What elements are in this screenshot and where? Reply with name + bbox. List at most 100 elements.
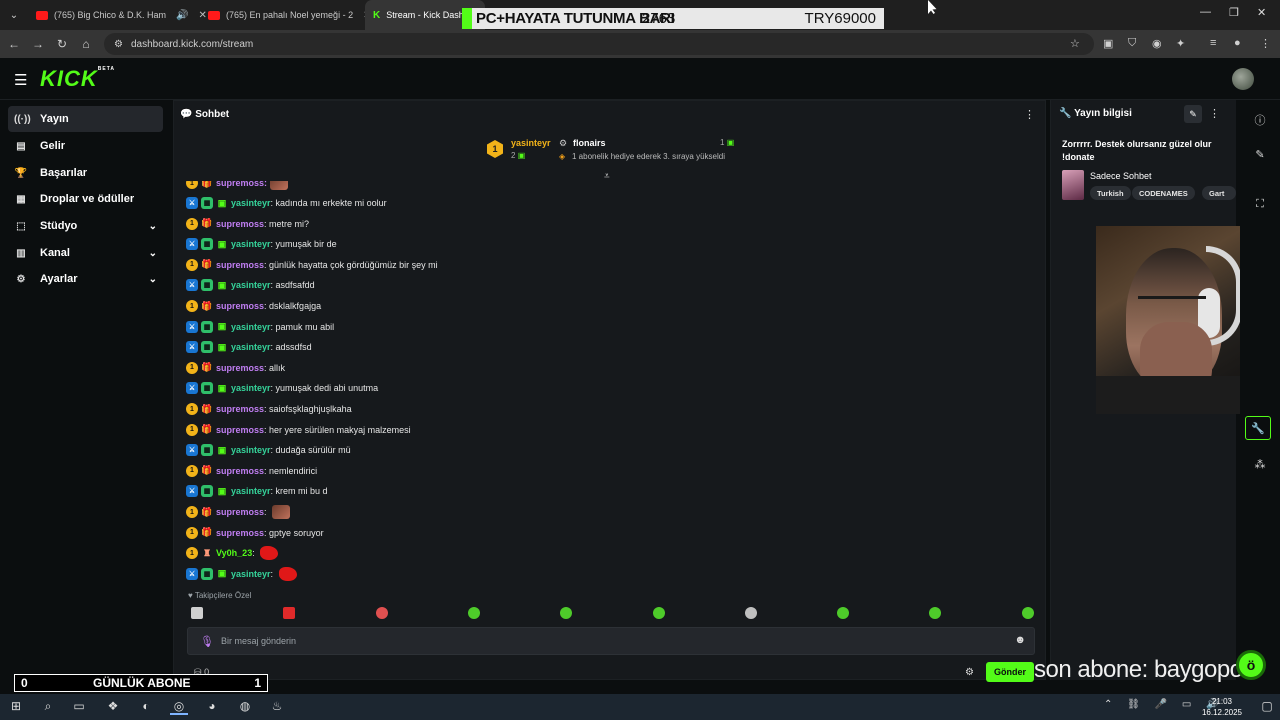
chat-message-input[interactable]: 🎙 Bir mesaj gönderin ☻ [187, 627, 1035, 655]
bookmark-star-icon[interactable]: ☆ [1070, 37, 1080, 50]
site-info-icon[interactable]: ⚙ [114, 39, 123, 50]
info-icon[interactable]: ⓘ [1252, 112, 1268, 128]
browser-tab-1[interactable]: (765) Big Chico & D.K. Ham 🔊 ✕ [28, 0, 207, 30]
emoji-picker-icon[interactable]: ☻ [1014, 634, 1026, 646]
browser-tab-2[interactable]: (765) En pahalı Noel yemeği - 2 ✕ [200, 0, 371, 30]
search-icon[interactable]: ⌕ [39, 699, 57, 715]
windows-start-icon[interactable]: ⊞ [7, 699, 25, 715]
url-field[interactable]: ⚙ dashboard.kick.com/stream [104, 33, 1094, 55]
stream-tag[interactable]: Gart [1202, 186, 1236, 200]
chat-username[interactable]: supremoss [216, 363, 264, 373]
chat-more-icon[interactable]: ⋮ [1024, 108, 1035, 121]
stream-tag[interactable]: Turkish [1090, 186, 1131, 200]
quick-emote[interactable] [1021, 607, 1034, 619]
browser-menu-icon[interactable]: ⋮ [1260, 37, 1271, 50]
chat-username[interactable]: yasinteyr [231, 280, 271, 290]
quick-emote[interactable] [560, 607, 573, 619]
chat-username[interactable]: supremoss [216, 301, 264, 311]
chat-username[interactable]: yasinteyr [231, 342, 271, 352]
chat-message: ⚔ ▦ ▣ yasinteyr: asdfsafdd [186, 277, 315, 293]
kick-favicon-icon: K [373, 9, 381, 21]
gift-rank-badge-icon: 1 [186, 403, 198, 415]
wrench-tool-button[interactable]: 🔧 [1245, 416, 1271, 440]
extension-1-icon[interactable]: ▣ [1103, 37, 1113, 50]
chat-username[interactable]: Vy0h_23 [216, 548, 252, 558]
quick-emote[interactable] [375, 607, 388, 619]
minimize-icon[interactable]: — [1200, 6, 1211, 18]
quick-emote[interactable] [929, 607, 942, 619]
chat-text: gptye soruyor [269, 527, 324, 538]
speaker-icon[interactable]: 🔊 [176, 10, 188, 21]
chat-username[interactable]: supremoss [216, 528, 264, 538]
sidebar-item-kanal[interactable]: ▥ Kanal ⌄ [8, 240, 163, 266]
user-avatar[interactable] [1232, 68, 1254, 90]
chat-username[interactable]: supremoss [216, 404, 264, 414]
firefox-icon[interactable]: ◕ [203, 699, 221, 715]
chat-username[interactable]: yasinteyr [231, 322, 271, 332]
chevron-down-icon: ⌄ [148, 247, 157, 259]
kick-logo[interactable]: KICKBETA [40, 66, 115, 92]
chat-username[interactable]: supremoss [216, 260, 264, 270]
extension-2-icon[interactable]: ◉ [1152, 37, 1162, 50]
chat-username[interactable]: supremoss [216, 219, 264, 229]
puzzle-icon[interactable]: ✦ [1176, 37, 1185, 50]
chat-settings-icon[interactable]: ⚙ [965, 667, 974, 678]
back-icon[interactable]: ← [2, 37, 26, 51]
sidebar-item-basarilar[interactable]: 🏆 Başarılar [8, 160, 163, 186]
category-thumbnail[interactable] [1062, 170, 1084, 200]
steam-icon[interactable]: ♨ [268, 699, 286, 715]
pinned-user[interactable]: yasinteyr [511, 138, 551, 148]
edge-icon[interactable]: ◐ [137, 699, 155, 715]
sidebar-item-ayarlar[interactable]: ⚙ Ayarlar ⌄ [8, 266, 163, 292]
notification-icon[interactable]: ▢ [1258, 699, 1276, 715]
shield-icon[interactable]: ⛉ [1128, 37, 1136, 50]
chat-message: ⚔ ▦ ▣ yasinteyr: [186, 566, 297, 582]
stream-tag[interactable]: CODENAMES [1132, 186, 1195, 200]
info-more-icon[interactable]: ⋮ [1209, 107, 1220, 120]
quick-emote[interactable] [652, 607, 665, 619]
microphone-icon[interactable]: 🎙 [200, 635, 214, 648]
task-view-icon[interactable]: ▭ [70, 699, 88, 715]
chat-username[interactable]: yasinteyr [231, 486, 271, 496]
obs-icon[interactable]: ◍ [236, 699, 254, 715]
chat-username[interactable]: yasinteyr [231, 569, 271, 579]
reload-icon[interactable]: ↻ [50, 37, 74, 51]
chat-message: ⚔ ▦ ▣ yasinteyr: dudağa sürülür mü [186, 442, 351, 458]
quick-emote[interactable] [191, 607, 203, 619]
gifter-user[interactable]: flonairs [573, 138, 606, 148]
chat-username[interactable]: yasinteyr [231, 383, 271, 393]
sidebar-item-yayin[interactable]: ((·)) Yayın [8, 106, 163, 132]
maximize-icon[interactable]: ❐ [1229, 6, 1239, 19]
forward-icon[interactable]: → [26, 37, 50, 51]
sidebar-item-gelir[interactable]: ▤ Gelir [8, 133, 163, 159]
chat-username[interactable]: yasinteyr [231, 239, 271, 249]
tab-search-icon[interactable]: ⌄ [0, 0, 28, 30]
edit-stream-info-button[interactable]: ✎ [1184, 105, 1202, 123]
sidebar-item-studyo[interactable]: ⬚ Stüdyo ⌄ [8, 213, 163, 239]
copilot-icon[interactable]: ❖ [104, 699, 122, 715]
quick-emote[interactable] [283, 607, 296, 619]
home-icon[interactable]: ⌂ [74, 37, 98, 51]
chat-username[interactable]: yasinteyr [231, 198, 271, 208]
chat-username[interactable]: supremoss [216, 507, 264, 517]
close-window-icon[interactable]: ✕ [1257, 6, 1266, 19]
chat-username[interactable]: yasinteyr [231, 445, 271, 455]
gift-icon: ⚙ [559, 138, 568, 148]
send-button[interactable]: Gönder [986, 662, 1034, 682]
quick-emote[interactable] [467, 607, 480, 619]
chat-username[interactable]: supremoss [216, 425, 264, 435]
category-name[interactable]: Sadece Sohbet [1090, 171, 1152, 181]
expand-icon[interactable]: ⛶ [1252, 198, 1268, 211]
quick-emote[interactable] [837, 607, 850, 619]
quick-emote[interactable] [744, 607, 757, 619]
sidebar-item-droplar[interactable]: ▦ Droplar ve ödüller [8, 186, 163, 212]
hamburger-menu-icon[interactable]: ☰ [14, 71, 27, 89]
chrome-icon[interactable]: ◎ [170, 699, 188, 715]
profile-icon[interactable]: ● [1234, 37, 1241, 49]
media-icon[interactable]: ≡ [1210, 37, 1216, 49]
pinned-text: 1 abonelik hediye ederek 3. sıraya yükse… [572, 152, 725, 161]
taskbar-clock[interactable]: 21:03 16.12.2025 [1202, 696, 1242, 718]
pencil-icon[interactable]: ✎ [1252, 148, 1268, 161]
chat-username[interactable]: supremoss [216, 466, 264, 476]
nodes-icon[interactable]: ⁂ [1252, 458, 1268, 471]
